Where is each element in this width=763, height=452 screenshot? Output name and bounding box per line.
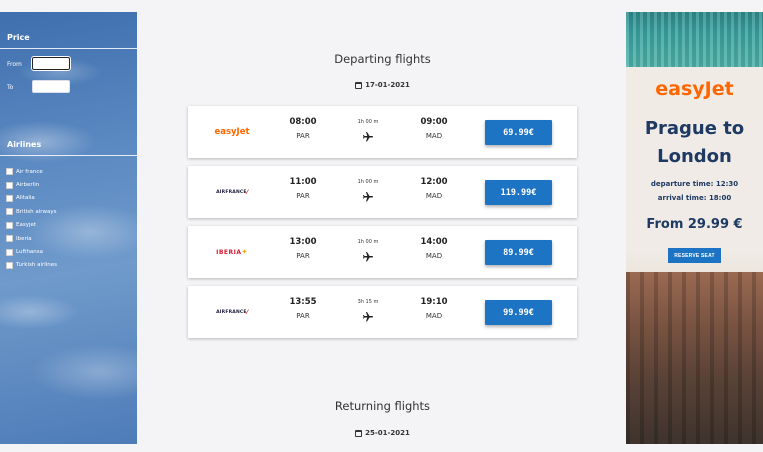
- flight-card: easyJet 08:00 PAR 1h 00 m 09:00 MAD 69.9…: [188, 106, 577, 158]
- ad-city-image: [626, 272, 763, 444]
- ad-brand-logo: easyJet: [655, 78, 734, 100]
- departure-time: 08:00: [289, 117, 317, 127]
- ad-price: From 29.99 €: [646, 217, 743, 232]
- price-heading: Price: [7, 33, 30, 42]
- airline-filter-label: British airways: [16, 208, 57, 215]
- arrival-airport: MAD: [425, 312, 443, 320]
- checkbox[interactable]: [6, 248, 13, 256]
- select-flight-price-button[interactable]: 99.99€: [485, 300, 552, 325]
- flight-card: AIRFRANCE ⁄ 13:55 PAR 3h 15 m 19:10 MAD 9…: [188, 286, 577, 338]
- plane-icon: [363, 132, 373, 142]
- iberia-flame-icon: ✦: [241, 248, 248, 256]
- airline-filter-item[interactable]: Iberia: [6, 232, 57, 245]
- returning-date-text: 25-01-2021: [365, 429, 410, 437]
- plane-icon: [363, 312, 373, 322]
- airline-filter-label: Airberlin: [16, 182, 40, 189]
- airfrance-swoosh-icon: ⁄: [246, 308, 248, 316]
- plane-icon: [363, 252, 373, 262]
- airlines-divider: [0, 155, 137, 156]
- departure-time: 13:00: [289, 237, 317, 247]
- airline-filter-label: Turkish airlines: [16, 262, 58, 269]
- price-to-input[interactable]: [32, 80, 70, 93]
- airline-filter-item[interactable]: Turkish airlines: [6, 259, 57, 272]
- airline-filter-label: Iberia: [16, 235, 32, 242]
- departure-airport: PAR: [296, 252, 310, 260]
- plane-icon: [363, 192, 373, 202]
- airline-filter-item[interactable]: Easyjet: [6, 219, 57, 232]
- checkbox[interactable]: [6, 194, 13, 202]
- airline-filter-label: Lufthansa: [16, 249, 44, 256]
- flight-duration: 3h 15 m: [357, 299, 379, 305]
- easyjet-ad-banner[interactable]: easyJet Prague to London departure time:…: [626, 12, 763, 444]
- departing-date: 17-01-2021: [188, 81, 577, 89]
- ad-headline-line1: Prague to: [644, 118, 745, 139]
- flight-card: IBERIA ✦ 13:00 PAR 1h 00 m 14:00 MAD 89.9…: [188, 226, 577, 278]
- iberia-logo: IBERIA ✦: [206, 244, 258, 260]
- flight-duration: 1h 00 m: [357, 119, 379, 125]
- arrival-time: 12:00: [420, 177, 448, 187]
- checkbox[interactable]: [6, 221, 13, 229]
- flight-duration: 1h 00 m: [357, 179, 379, 185]
- arrival-time: 19:10: [420, 297, 448, 307]
- checkbox[interactable]: [6, 181, 13, 189]
- returning-date: 25-01-2021: [188, 429, 577, 437]
- calendar-icon: [355, 81, 363, 89]
- departure-airport: PAR: [296, 132, 310, 140]
- select-flight-price-button[interactable]: 89.99€: [485, 240, 552, 265]
- checkbox[interactable]: [6, 261, 13, 269]
- returning-flights-title: Returning flights: [334, 399, 431, 413]
- airfrance-logo-text: AIRFRANCE: [216, 309, 247, 315]
- ad-sea-image: [626, 12, 763, 67]
- reserve-seat-button[interactable]: RESERVE SEAT: [668, 248, 721, 263]
- price-divider: [0, 48, 137, 49]
- airline-filter-list: Air france Airberlin Alitalia British ai…: [6, 165, 57, 272]
- select-flight-price-button[interactable]: 69.99€: [485, 120, 552, 145]
- airfrance-logo-text: AIRFRANCE: [216, 189, 247, 195]
- airfrance-swoosh-icon: ⁄: [246, 188, 248, 196]
- checkbox[interactable]: [6, 168, 13, 176]
- arrival-airport: MAD: [425, 252, 443, 260]
- iberia-logo-text: IBERIA: [216, 248, 242, 256]
- price-from-label: From: [7, 61, 22, 68]
- arrival-time: 09:00: [420, 117, 448, 127]
- airline-filter-label: Alitalia: [16, 195, 35, 202]
- arrival-time: 14:00: [420, 237, 448, 247]
- airfrance-logo: AIRFRANCE ⁄: [206, 304, 258, 320]
- departure-time: 13:55: [289, 297, 317, 307]
- ad-departure-time: departure time: 12:30: [650, 180, 739, 188]
- airline-filter-label: Air france: [16, 168, 43, 175]
- departure-time: 11:00: [289, 177, 317, 187]
- airlines-heading: Airlines: [7, 140, 42, 149]
- airline-filter-item[interactable]: British airways: [6, 205, 57, 218]
- ad-arrival-time: arrival time: 18:00: [657, 194, 732, 202]
- ad-headline-line2: London: [657, 146, 732, 167]
- flight-card: AIRFRANCE ⁄ 11:00 PAR 1h 00 m 12:00 MAD 1…: [188, 166, 577, 218]
- airline-filter-item[interactable]: Airberlin: [6, 178, 57, 191]
- flight-duration: 1h 00 m: [357, 239, 379, 245]
- arrival-airport: MAD: [425, 132, 443, 140]
- filter-sidebar: Price From To Airlines Air france Airber…: [0, 12, 137, 444]
- airline-filter-item[interactable]: Lufthansa: [6, 245, 57, 258]
- calendar-icon: [355, 429, 363, 437]
- price-from-input[interactable]: [31, 56, 71, 71]
- airline-filter-item[interactable]: Air france: [6, 165, 57, 178]
- ad-headline: Prague to London: [626, 115, 763, 171]
- checkbox[interactable]: [6, 235, 13, 243]
- checkbox[interactable]: [6, 208, 13, 216]
- select-flight-price-button[interactable]: 119.99€: [485, 180, 552, 205]
- price-to-label: To: [7, 84, 14, 91]
- easyjet-logo: easyJet: [214, 127, 250, 137]
- departing-flights-title: Departing flights: [334, 52, 431, 66]
- departure-airport: PAR: [296, 192, 310, 200]
- airline-filter-label: Easyjet: [16, 222, 37, 229]
- airline-filter-item[interactable]: Alitalia: [6, 192, 57, 205]
- departure-airport: PAR: [296, 312, 310, 320]
- airfrance-logo: AIRFRANCE ⁄: [206, 184, 258, 200]
- arrival-airport: MAD: [425, 192, 443, 200]
- departing-date-text: 17-01-2021: [365, 81, 410, 89]
